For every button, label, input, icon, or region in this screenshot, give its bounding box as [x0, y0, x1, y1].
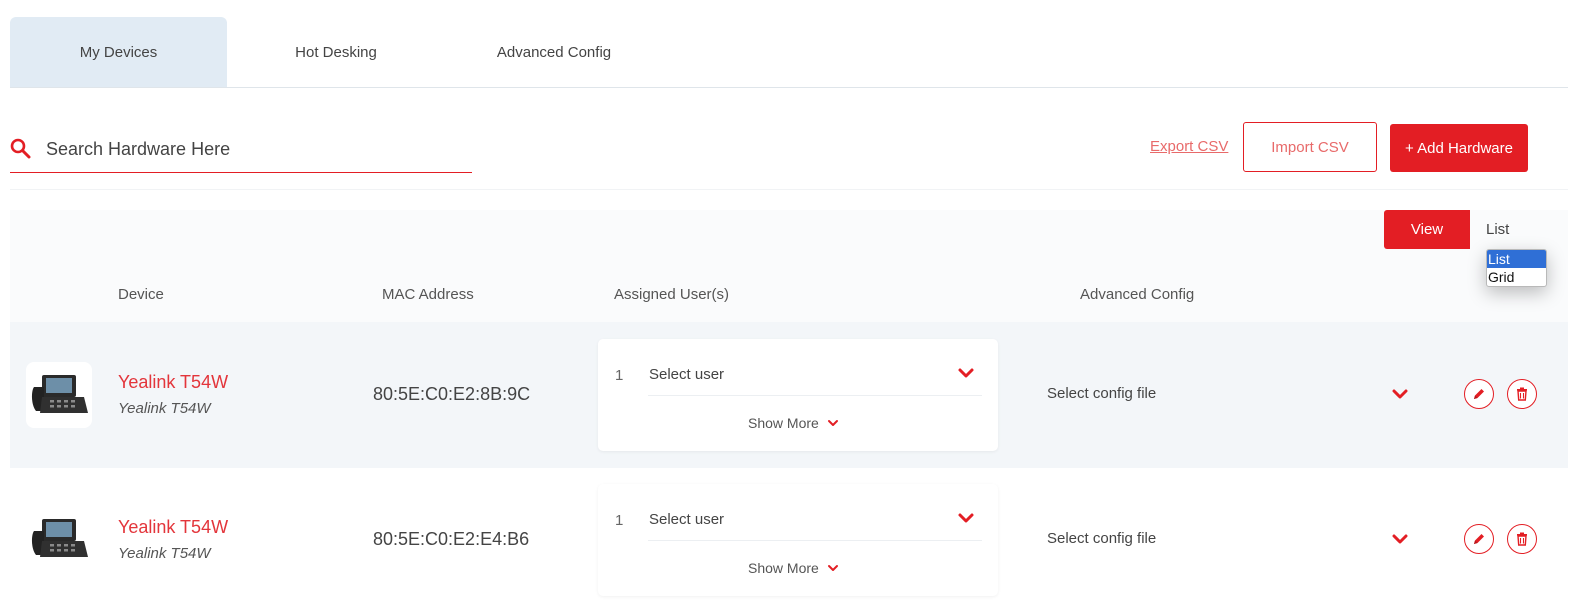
search-bar	[10, 126, 472, 173]
tabs-divider	[10, 87, 1568, 88]
config-select[interactable]: Select config file	[1047, 530, 1156, 547]
config-select[interactable]: Select config file	[1047, 385, 1156, 402]
import-csv-button[interactable]: Import CSV	[1243, 122, 1377, 172]
delete-button[interactable]	[1507, 379, 1537, 409]
table-row: Yealink T54W Yealink T54W 80:5E:C0:E2:8B…	[10, 322, 1568, 468]
search-icon	[10, 138, 32, 160]
device-image	[26, 506, 92, 572]
user-assignment-card: 1 Select user Show More	[598, 339, 998, 451]
trash-icon	[1517, 532, 1527, 546]
divider	[648, 395, 982, 396]
table-header-area	[10, 210, 1568, 322]
add-hardware-button[interactable]: + Add Hardware	[1390, 124, 1528, 172]
desk-phone-icon	[31, 375, 88, 413]
chevron-down-icon[interactable]	[956, 510, 976, 526]
view-button[interactable]: View	[1384, 210, 1470, 249]
user-index: 1	[615, 367, 624, 384]
chevron-down-icon[interactable]	[1390, 531, 1410, 547]
view-option-grid[interactable]: Grid	[1487, 268, 1546, 286]
column-header-users: Assigned User(s)	[614, 286, 730, 303]
table-row: Yealink T54W Yealink T54W 80:5E:C0:E2:E4…	[10, 468, 1568, 614]
show-more-label: Show More	[748, 415, 819, 431]
pencil-icon	[1474, 534, 1484, 544]
delete-button[interactable]	[1507, 524, 1537, 554]
user-select[interactable]: Select user	[649, 511, 724, 528]
device-name[interactable]: Yealink T54W	[118, 517, 228, 538]
view-dropdown: List Grid	[1486, 249, 1547, 287]
view-option-list[interactable]: List	[1487, 250, 1546, 268]
user-index: 1	[615, 512, 624, 529]
column-header-config: Advanced Config	[1080, 286, 1195, 303]
desk-phone-icon	[31, 519, 88, 557]
device-image	[26, 362, 92, 428]
device-model: Yealink T54W	[118, 545, 211, 562]
device-name[interactable]: Yealink T54W	[118, 372, 228, 393]
pencil-icon	[1474, 389, 1484, 399]
show-more-label: Show More	[748, 560, 819, 576]
mac-address: 80:5E:C0:E2:E4:B6	[373, 529, 530, 549]
tab-my-devices[interactable]: My Devices	[10, 17, 227, 87]
tab-hot-desking[interactable]: Hot Desking	[227, 17, 445, 87]
chevron-down-icon	[827, 565, 838, 571]
divider	[648, 540, 982, 541]
trash-icon	[1517, 387, 1527, 401]
chevron-down-icon[interactable]	[1390, 386, 1410, 402]
export-csv-link[interactable]: Export CSV	[1150, 138, 1228, 155]
column-header-device: Device	[118, 286, 164, 303]
chevron-down-icon	[827, 420, 838, 426]
edit-button[interactable]	[1464, 524, 1494, 554]
mac-address: 80:5E:C0:E2:8B:9C	[373, 384, 531, 404]
show-more-toggle[interactable]: Show More	[748, 415, 839, 431]
device-model: Yealink T54W	[118, 400, 211, 417]
chevron-down-icon[interactable]	[956, 365, 976, 381]
show-more-toggle[interactable]: Show More	[748, 560, 839, 576]
user-assignment-card: 1 Select user Show More	[598, 484, 998, 596]
view-select[interactable]: List	[1470, 210, 1556, 249]
tab-advanced-config[interactable]: Advanced Config	[445, 17, 663, 87]
search-input[interactable]	[44, 137, 448, 161]
section-divider	[10, 189, 1568, 190]
user-select[interactable]: Select user	[649, 366, 724, 383]
column-header-mac: MAC Address	[382, 286, 474, 303]
edit-button[interactable]	[1464, 379, 1494, 409]
